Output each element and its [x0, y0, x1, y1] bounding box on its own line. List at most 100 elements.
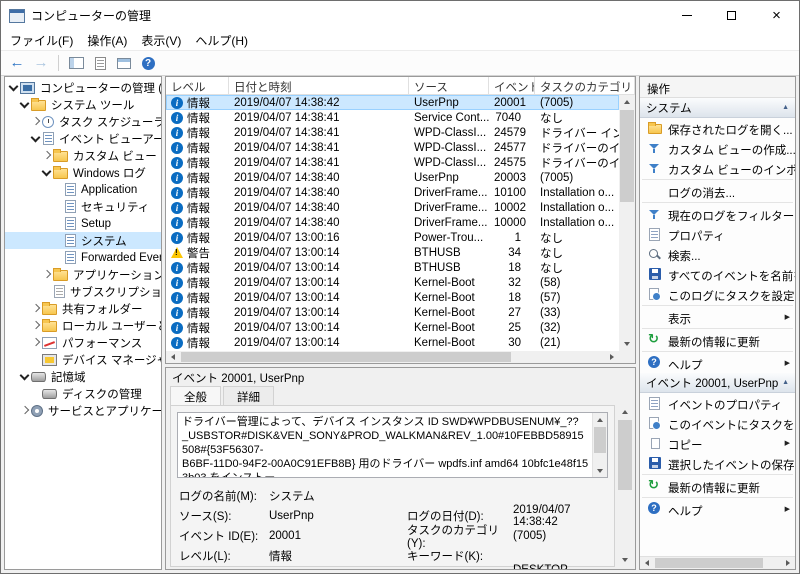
tree-item[interactable]: サブスクリプション — [5, 283, 161, 300]
event-row[interactable]: 情報 2019/04/07 14:38:40 DriverFrame... 10100… — [166, 185, 619, 200]
maximize-button[interactable] — [709, 1, 754, 30]
action-item[interactable]: 検索... — [640, 244, 795, 264]
tree-item[interactable]: カスタム ビュー — [5, 147, 161, 164]
event-list-vertical-scrollbar[interactable] — [619, 95, 635, 351]
event-row[interactable]: 情報 2019/04/07 14:38:41 Service Cont... 7040… — [166, 110, 619, 125]
collapse-chevron-icon[interactable] — [19, 99, 30, 110]
scroll-down-arrow[interactable] — [593, 464, 607, 477]
collapse-chevron-icon[interactable] — [41, 167, 52, 178]
show-action-pane-button[interactable] — [113, 52, 135, 74]
action-item[interactable]: すべてのイベントを名前を... — [640, 264, 795, 284]
scroll-down-arrow[interactable] — [619, 337, 635, 351]
menu-item[interactable]: 操作(A) — [80, 30, 134, 51]
close-button[interactable]: × — [754, 1, 799, 30]
description-scrollbar[interactable] — [592, 413, 607, 477]
column-header[interactable]: 日付と時刻 — [229, 77, 409, 94]
tree-item[interactable]: コンピューターの管理 (ローカル) — [5, 79, 161, 96]
tree-item[interactable]: デバイス マネージャー — [5, 351, 161, 368]
scrollbar-thumb[interactable] — [620, 110, 634, 202]
event-row[interactable]: 情報 2019/04/07 14:38:42 UserPnp 20001 (7005) — [166, 95, 619, 110]
expand-chevron-icon[interactable] — [30, 320, 41, 331]
tab-general[interactable]: 全般 — [170, 386, 221, 405]
event-row[interactable]: 情報 2019/04/07 13:00:14 Kernel-Boot 27 (33) — [166, 305, 619, 320]
expand-chevron-icon[interactable] — [41, 269, 52, 280]
tree-item[interactable]: 共有フォルダー — [5, 300, 161, 317]
action-item[interactable]: 現在のログをフィルター... — [640, 204, 795, 224]
event-row[interactable]: 情報 2019/04/07 13:00:16 Power-Trou... 1 なし — [166, 230, 619, 245]
action-item[interactable]: 表示 ▶ — [640, 307, 795, 327]
menu-item[interactable]: ヘルプ(H) — [188, 30, 255, 51]
tree-item[interactable]: ディスクの管理 — [5, 385, 161, 402]
scroll-right-arrow[interactable] — [605, 351, 619, 363]
forward-button[interactable] — [30, 52, 52, 74]
tree-item[interactable]: サービスとアプリケーション — [5, 402, 161, 419]
event-row[interactable]: 情報 2019/04/07 13:00:14 Kernel-Boot 32 (58) — [166, 275, 619, 290]
action-item[interactable]: このイベントにタスクを設定... — [640, 413, 795, 433]
event-row[interactable]: 情報 2019/04/07 14:38:41 WPD-ClassI... 24579 ド… — [166, 125, 619, 140]
column-header[interactable]: レベル — [166, 77, 229, 94]
tree-item[interactable]: Forwarded Event — [5, 249, 161, 266]
actions-horizontal-scrollbar[interactable] — [640, 556, 795, 569]
event-row[interactable]: 情報 2019/04/07 13:00:14 Kernel-Boot 30 (21) — [166, 335, 619, 350]
action-item[interactable]: 選択したイベントの保存... — [640, 453, 795, 473]
scrollbar-thumb[interactable] — [618, 420, 632, 490]
event-row[interactable]: 情報 2019/04/07 13:00:14 Kernel-Boot 18 (57) — [166, 290, 619, 305]
scrollbar-thumb[interactable] — [181, 352, 511, 362]
action-item[interactable]: このログにタスクを設定... — [640, 284, 795, 304]
menu-item[interactable]: 表示(V) — [134, 30, 188, 51]
scroll-left-arrow[interactable] — [640, 557, 654, 569]
tree-item[interactable]: ローカル ユーザーとグループ — [5, 317, 161, 334]
action-item[interactable]: カスタム ビューのインポート... — [640, 158, 795, 178]
export-list-button[interactable] — [89, 52, 111, 74]
event-row[interactable]: 情報 2019/04/07 14:38:41 WPD-ClassI... 24577 ド… — [166, 140, 619, 155]
collapse-chevron-icon[interactable] — [30, 133, 41, 144]
action-item[interactable]: ログの消去... — [640, 181, 795, 201]
expand-chevron-icon[interactable] — [19, 405, 30, 416]
tab-details[interactable]: 詳細 — [223, 386, 274, 405]
menu-item[interactable]: ファイル(F) — [3, 30, 80, 51]
action-item[interactable]: 保存されたログを開く... — [640, 118, 795, 138]
tree-item[interactable]: 記憶域 — [5, 368, 161, 385]
scrollbar-thumb[interactable] — [594, 427, 606, 453]
event-row[interactable]: 情報 2019/04/07 13:00:14 Kernel-Boot 25 (32) — [166, 320, 619, 335]
help-button[interactable] — [137, 52, 159, 74]
event-row[interactable]: 情報 2019/04/07 14:38:40 DriverFrame... 10000… — [166, 215, 619, 230]
column-header[interactable]: タスクのカテゴリ — [535, 77, 635, 94]
scroll-up-arrow[interactable] — [617, 405, 633, 419]
event-row[interactable]: 情報 2019/04/07 13:00:14 BTHUSB 18 なし — [166, 260, 619, 275]
action-item[interactable]: 最新の情報に更新 — [640, 476, 795, 496]
action-item[interactable]: イベントのプロパティ — [640, 393, 795, 413]
event-row[interactable]: 警告 2019/04/07 13:00:14 BTHUSB 34 なし — [166, 245, 619, 260]
scroll-left-arrow[interactable] — [166, 351, 180, 363]
minimize-button[interactable] — [664, 1, 709, 30]
expand-chevron-icon[interactable] — [30, 303, 41, 314]
scroll-right-arrow[interactable] — [781, 557, 795, 569]
collapse-chevron-icon[interactable] — [8, 82, 19, 93]
tree-item[interactable]: Windows ログ — [5, 164, 161, 181]
expand-chevron-icon[interactable] — [30, 337, 41, 348]
action-section-header[interactable]: イベント 20001, UserPnp ▲ — [640, 373, 795, 393]
event-row[interactable]: 情報 2019/04/07 14:38:41 WPD-ClassI... 24575 ド… — [166, 155, 619, 170]
column-header[interactable]: ソース — [409, 77, 489, 94]
scrollbar-thumb[interactable] — [655, 558, 763, 568]
event-list-horizontal-scrollbar[interactable] — [166, 351, 619, 363]
tree-item[interactable]: パフォーマンス — [5, 334, 161, 351]
scroll-up-arrow[interactable] — [593, 413, 607, 426]
action-item[interactable]: カスタム ビューの作成... — [640, 138, 795, 158]
collapse-chevron-icon[interactable] — [19, 371, 30, 382]
event-row[interactable]: 情報 2019/04/07 14:38:40 DriverFrame... 10002… — [166, 200, 619, 215]
expand-chevron-icon[interactable] — [41, 150, 52, 161]
show-console-tree-button[interactable] — [65, 52, 87, 74]
tree-item[interactable]: システム — [5, 232, 161, 249]
action-section-header[interactable]: システム ▲ — [640, 98, 795, 118]
scroll-up-arrow[interactable] — [619, 95, 635, 109]
action-item[interactable]: 最新の情報に更新 — [640, 330, 795, 350]
back-button[interactable] — [6, 52, 28, 74]
tree-item[interactable]: Application — [5, 181, 161, 198]
tree-item[interactable]: アプリケーションとサービス — [5, 266, 161, 283]
tree-item[interactable]: セキュリティ — [5, 198, 161, 215]
tree-item[interactable]: Setup — [5, 215, 161, 232]
tree-item[interactable]: イベント ビューアー — [5, 130, 161, 147]
tree-item[interactable]: システム ツール — [5, 96, 161, 113]
action-item[interactable]: プロパティ — [640, 224, 795, 244]
